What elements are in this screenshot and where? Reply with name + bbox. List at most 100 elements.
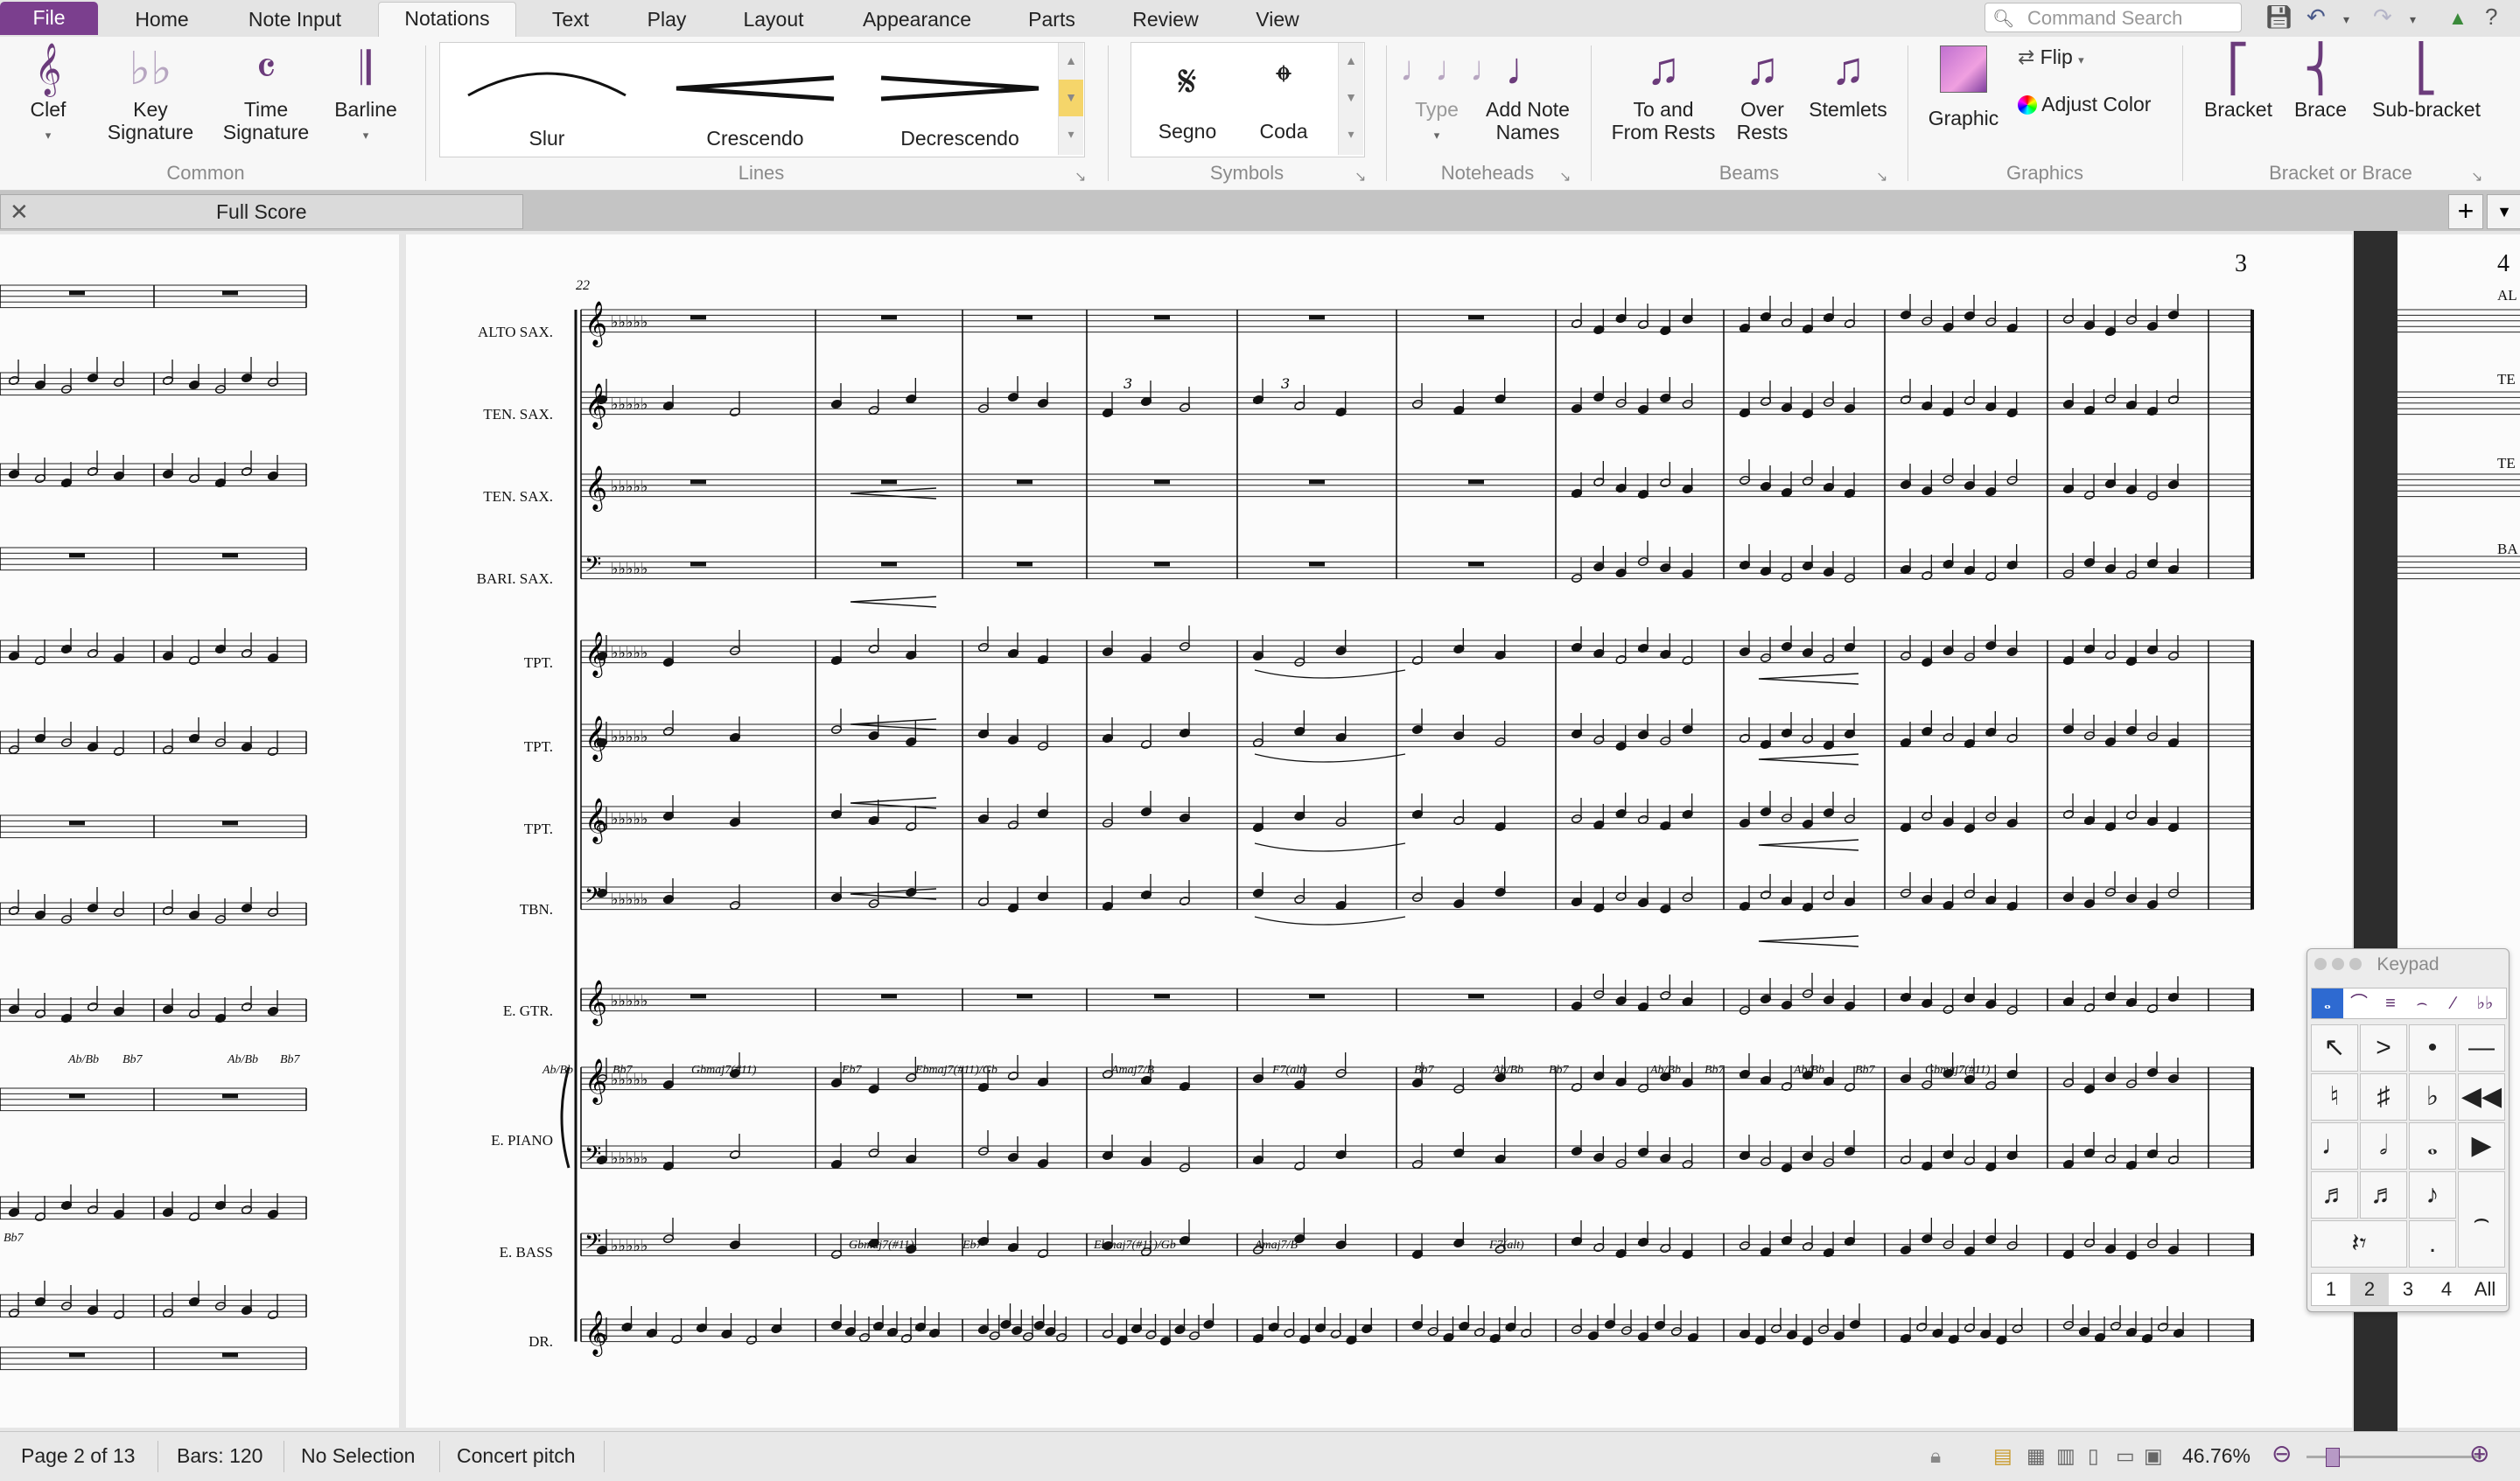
segno-item[interactable]: 𝄋 Segno bbox=[1144, 43, 1231, 155]
flip-button[interactable]: ⇄ Flip ▾ bbox=[2018, 45, 2084, 72]
decrescendo-item[interactable]: Decrescendo bbox=[864, 43, 1056, 155]
view-spread-icon[interactable]: ▥ bbox=[2056, 1444, 2076, 1468]
tie-key[interactable]: ⌢ bbox=[2458, 1171, 2505, 1268]
scroll-down-icon[interactable]: ▼ bbox=[1059, 80, 1083, 117]
clef-button[interactable]: 𝄞 Clef ▾ bbox=[18, 40, 79, 147]
view-grid-icon[interactable]: ▦ bbox=[2026, 1444, 2046, 1468]
flat-key[interactable]: ♭ bbox=[2409, 1073, 2456, 1121]
sixteenth-note-key[interactable]: ♬ bbox=[2311, 1171, 2358, 1219]
dialog-launcher-icon[interactable]: ↘ bbox=[1559, 168, 1571, 185]
dialog-launcher-icon[interactable]: ↘ bbox=[1354, 168, 1366, 185]
adjust-color-button[interactable]: Adjust Color bbox=[2018, 93, 2151, 115]
dialog-launcher-icon[interactable]: ↘ bbox=[2471, 168, 2482, 185]
tab-home[interactable]: Home bbox=[122, 3, 201, 35]
whole-note-icon[interactable]: 𝅝 bbox=[2312, 988, 2343, 1018]
tab-file[interactable]: File bbox=[0, 2, 98, 35]
keypad-panel[interactable]: Keypad 𝅝 ⌒ ≡ ⌢ ∕ ♭♭ ↖ > • — ♮ ♯ ♭ ◀◀ ♩ 𝅗𝅥… bbox=[2306, 948, 2510, 1312]
notehead-type-button[interactable]: ♩♩♩ Type ▾ bbox=[1400, 40, 1505, 147]
natural-key[interactable]: ♮ bbox=[2311, 1073, 2358, 1121]
beam-layout-icon[interactable]: ≡ bbox=[2375, 988, 2406, 1018]
brace-button[interactable]: ⎨ Brace bbox=[2284, 40, 2357, 121]
staccato-key[interactable]: • bbox=[2409, 1024, 2456, 1072]
lock-icon[interactable]: 🔒︎ bbox=[1930, 1444, 1941, 1468]
view-single-icon[interactable]: ▯ bbox=[2088, 1444, 2099, 1468]
time-signature-button[interactable]: 𝄴 Time Signature bbox=[214, 40, 318, 143]
minimize-ribbon-icon[interactable]: ▲ bbox=[2448, 7, 2468, 30]
tab-parts[interactable]: Parts bbox=[1018, 3, 1085, 35]
status-page[interactable]: Page 2 of 13 bbox=[21, 1444, 135, 1468]
keypad-tab-2[interactable]: 2 bbox=[2350, 1274, 2389, 1305]
tenuto-key[interactable]: — bbox=[2458, 1024, 2505, 1072]
tie-layout-icon[interactable]: ⌒ bbox=[2343, 988, 2375, 1018]
keypad-tab-4[interactable]: 4 bbox=[2427, 1274, 2466, 1305]
view-panorama-icon[interactable]: ▭ bbox=[2116, 1444, 2135, 1468]
zoom-level[interactable]: 46.76% bbox=[2182, 1444, 2250, 1468]
tab-note-input[interactable]: Note Input bbox=[229, 3, 360, 35]
score-page-current[interactable]: 𝄞 ♭♭♭♭♭ 𝄞 ♭♭♭♭♭ 𝄞 ♭♭♭♭♭ 𝄢 ♭♭♭♭♭ 𝄞 ♭♭♭♭♭ 𝄞 ♭♭♭♭♭ 𝄞 ♭♭♭… bbox=[406, 234, 2352, 1428]
document-tab-full-score[interactable]: ✕ Full Score bbox=[0, 194, 523, 229]
close-icon[interactable]: ✕ bbox=[10, 199, 29, 226]
beam-to-from-rests-button[interactable]: ♫ To and From Rests bbox=[1606, 40, 1720, 143]
tab-list-button[interactable]: ▼ bbox=[2487, 194, 2520, 229]
scroll-up-icon[interactable]: ▲ bbox=[1339, 43, 1363, 80]
stemlets-button[interactable]: ♫ Stemlets bbox=[1806, 40, 1890, 121]
score-page-previous[interactable]: Ab/Bb Bb7 Ab/Bb Bb7 Bb7 bbox=[0, 234, 399, 1428]
accidental-layout-icon[interactable]: ♭♭ bbox=[2469, 988, 2501, 1018]
view-draft-icon[interactable]: ▣ bbox=[2144, 1444, 2163, 1468]
crescendo-item[interactable]: Crescendo bbox=[659, 43, 851, 155]
new-tab-button[interactable]: + bbox=[2448, 194, 2483, 229]
dot-key[interactable]: . bbox=[2409, 1220, 2456, 1268]
eighth-note-key[interactable]: ♪ bbox=[2409, 1171, 2456, 1219]
rest-key[interactable]: 𝄽𝄾 bbox=[2311, 1220, 2407, 1268]
quarter-note-key[interactable]: ♩ bbox=[2311, 1122, 2358, 1170]
half-note-key[interactable]: 𝅗𝅥 bbox=[2360, 1122, 2407, 1170]
keypad-tab-1[interactable]: 1 bbox=[2312, 1274, 2350, 1305]
rewind-key[interactable]: ◀◀ bbox=[2458, 1073, 2505, 1121]
select-arrow-key[interactable]: ↖ bbox=[2311, 1024, 2358, 1072]
status-pitch[interactable]: Concert pitch bbox=[457, 1444, 576, 1468]
barline-button[interactable]: 𝄂 Barline ▾ bbox=[324, 40, 408, 147]
undo-icon[interactable]: ↶ bbox=[2306, 3, 2326, 31]
scroll-up-icon[interactable]: ▲ bbox=[1059, 43, 1083, 80]
tab-text[interactable]: Text bbox=[536, 3, 606, 35]
sharp-key[interactable]: ♯ bbox=[2360, 1073, 2407, 1121]
slur-layout-icon[interactable]: ⌢ bbox=[2406, 988, 2438, 1018]
score-view[interactable]: Ab/Bb Bb7 Ab/Bb Bb7 Bb7 𝄞 ♭♭♭♭♭ 𝄞 ♭♭♭♭♭ 𝄞 ♭♭♭♭♭ 𝄢 ♭… bbox=[0, 231, 2520, 1431]
scroll-down-icon[interactable]: ▼ bbox=[1339, 80, 1363, 116]
add-note-names-button[interactable]: ♩ Add Note Names bbox=[1479, 40, 1577, 143]
bracket-button[interactable]: ⎡ Bracket bbox=[2196, 40, 2280, 121]
dialog-launcher-icon[interactable]: ↘ bbox=[1876, 168, 1887, 185]
redo-dropdown-icon[interactable]: ▾ bbox=[2410, 12, 2416, 27]
key-signature-button[interactable]: ♭♭ Key Signature bbox=[98, 40, 203, 143]
tab-notations[interactable]: Notations bbox=[378, 2, 516, 38]
thirty-second-note-key[interactable]: ♬ bbox=[2360, 1171, 2407, 1219]
slur-item[interactable]: Slur bbox=[451, 43, 643, 155]
help-icon[interactable]: ? bbox=[2485, 3, 2497, 31]
expand-gallery-icon[interactable]: ▾ bbox=[1339, 116, 1363, 153]
command-search-input[interactable]: 🔍︎ Command Search bbox=[1984, 3, 2242, 32]
lines-gallery-scroll[interactable]: ▲ ▼ ▾ bbox=[1058, 43, 1083, 155]
zoom-out-icon[interactable]: ⊖ bbox=[2272, 1439, 2292, 1468]
zoom-slider-thumb[interactable] bbox=[2326, 1448, 2340, 1467]
keypad-tab-all[interactable]: All bbox=[2466, 1274, 2504, 1305]
graphic-button[interactable]: Graphic bbox=[1922, 40, 2006, 129]
expand-gallery-icon[interactable]: ▾ bbox=[1059, 116, 1083, 153]
status-bars[interactable]: Bars: 120 bbox=[177, 1444, 262, 1468]
redo-icon[interactable]: ↷ bbox=[2373, 3, 2392, 31]
keypad-tab-3[interactable]: 3 bbox=[2389, 1274, 2427, 1305]
beam-over-rests-button[interactable]: ♫ Over Rests bbox=[1727, 40, 1797, 143]
undo-dropdown-icon[interactable]: ▾ bbox=[2343, 12, 2349, 27]
tab-play[interactable]: Play bbox=[632, 3, 702, 35]
play-key[interactable]: ▶ bbox=[2458, 1122, 2505, 1170]
accent-key[interactable]: > bbox=[2360, 1024, 2407, 1072]
zoom-in-icon[interactable]: ⊕ bbox=[2469, 1439, 2489, 1468]
sub-bracket-button[interactable]: ⎣ Sub-bracket bbox=[2370, 40, 2483, 121]
tab-view[interactable]: View bbox=[1242, 3, 1312, 35]
save-icon[interactable]: 💾︎ bbox=[2264, 3, 2293, 31]
symbols-gallery-scroll[interactable]: ▲ ▼ ▾ bbox=[1338, 43, 1363, 155]
whole-note-key[interactable]: 𝅝 bbox=[2409, 1122, 2456, 1170]
coda-item[interactable]: 𝄌 Coda bbox=[1240, 43, 1327, 155]
tab-review[interactable]: Review bbox=[1125, 3, 1206, 35]
dialog-launcher-icon[interactable]: ↘ bbox=[1074, 168, 1086, 185]
tab-layout[interactable]: Layout bbox=[732, 3, 816, 35]
